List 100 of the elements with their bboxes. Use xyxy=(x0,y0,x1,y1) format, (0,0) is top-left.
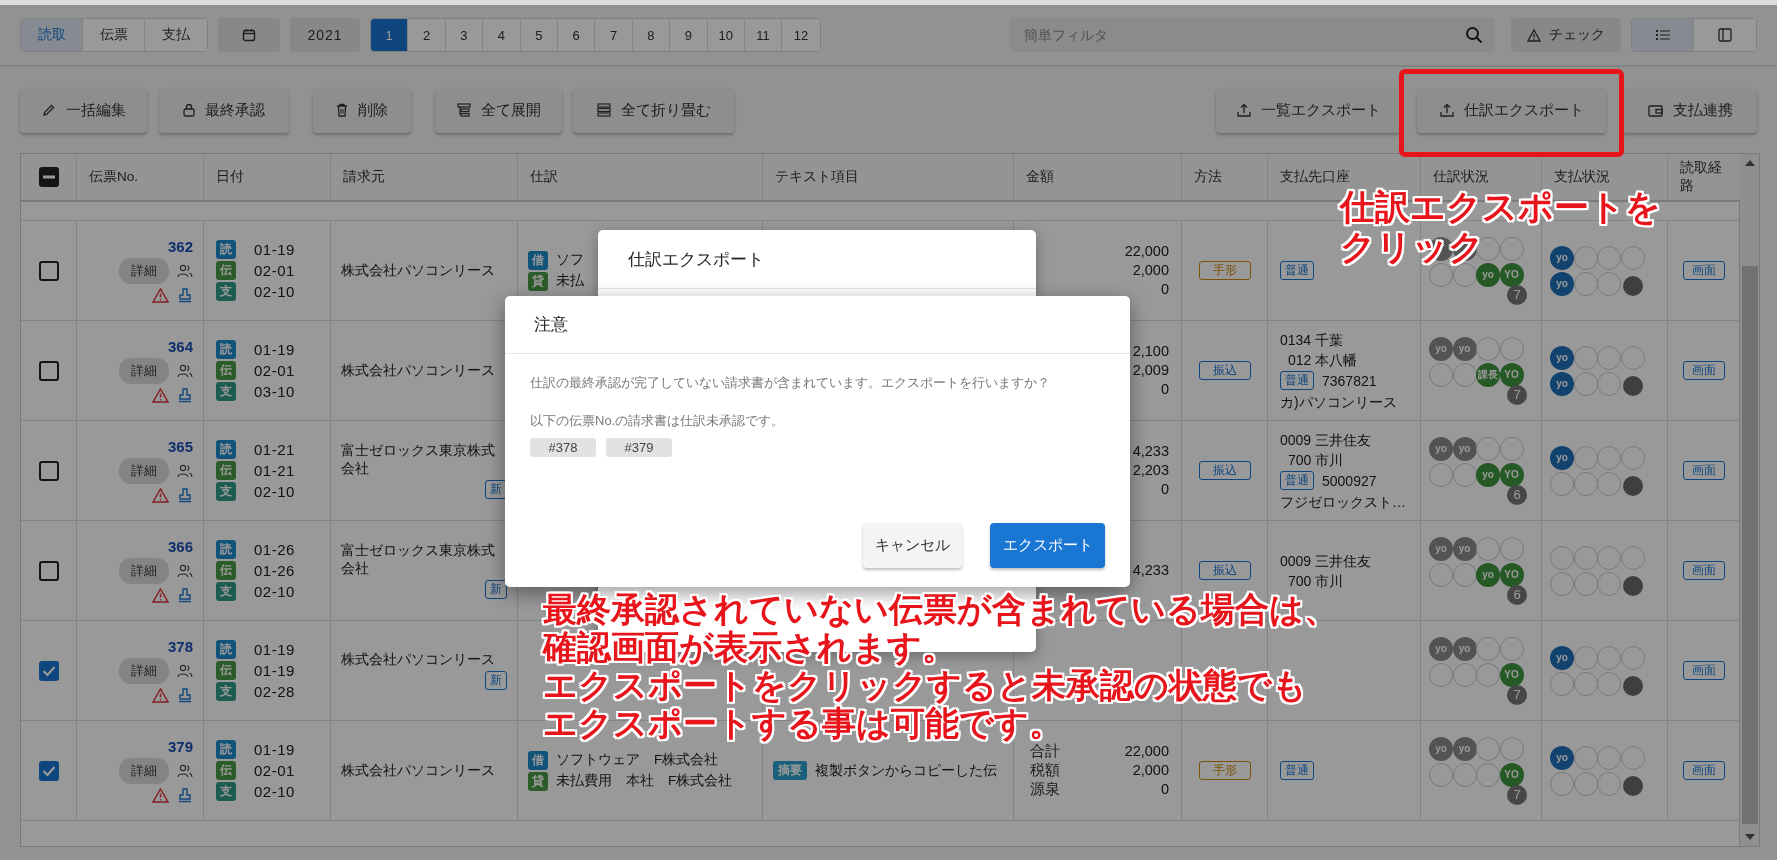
checkmark-icon xyxy=(41,764,56,777)
vendor-name: 富士ゼロックス東京株式会社 xyxy=(341,442,496,478)
cancel-button[interactable]: キャンセル xyxy=(863,523,962,568)
people-icon[interactable] xyxy=(177,664,193,678)
scroll-down-icon[interactable] xyxy=(1744,834,1755,840)
approval-circle: yo xyxy=(1452,336,1477,361)
detail-button[interactable]: 詳細 xyxy=(119,558,169,584)
scrollbar-thumb[interactable] xyxy=(1741,266,1758,824)
detail-button[interactable]: 詳細 xyxy=(119,458,169,484)
view-tab[interactable]: 読取 xyxy=(21,19,83,51)
stamp-icon[interactable] xyxy=(177,787,193,803)
detail-button[interactable]: 詳細 xyxy=(119,258,169,284)
action-button[interactable]: 支払連携 xyxy=(1623,87,1757,133)
stamp-icon[interactable] xyxy=(177,387,193,403)
approval-circle: yo xyxy=(1429,636,1453,661)
voucher-number-link[interactable]: 366 xyxy=(167,538,193,555)
people-icon[interactable] xyxy=(177,364,193,378)
column-header: 伝票No. xyxy=(89,168,138,186)
column-header: 仕訳 xyxy=(530,168,558,186)
approval-circle: yo xyxy=(1550,245,1574,270)
amount-label: 税額 xyxy=(1030,761,1060,780)
read-route-tag: 画面 xyxy=(1683,261,1725,280)
voucher-number-link[interactable]: 365 xyxy=(167,438,193,455)
account-type-tag: 普通 xyxy=(1280,761,1314,780)
voucher-number-link[interactable]: 362 xyxy=(167,238,193,255)
year-button[interactable]: 2021 xyxy=(290,18,360,52)
column-header: 請求元 xyxy=(343,168,385,186)
stamp-icon[interactable] xyxy=(177,587,193,603)
bank-branch-text: 700 市川 xyxy=(1287,450,1345,470)
action-button[interactable]: 削除 xyxy=(313,87,411,133)
read-route-tag: 画面 xyxy=(1683,461,1725,480)
vendor-name: 株式会社パソコンリース xyxy=(341,651,496,669)
action-button[interactable]: 仕訳エクスポート xyxy=(1417,87,1606,133)
approval-circle: yo xyxy=(1452,736,1477,761)
warning-icon xyxy=(152,287,169,303)
list-view-toggle[interactable] xyxy=(1632,19,1694,51)
people-icon[interactable] xyxy=(177,764,193,778)
date-type-tag: 支 xyxy=(216,782,236,801)
amount-value: 0 xyxy=(1160,480,1169,499)
people-icon[interactable] xyxy=(177,464,193,478)
row-checkbox[interactable] xyxy=(38,660,59,681)
voucher-number-link[interactable]: 378 xyxy=(167,638,193,655)
people-icon[interactable] xyxy=(177,564,193,578)
voucher-number-link[interactable]: 364 xyxy=(167,338,193,355)
date-text: 02-10 xyxy=(254,283,295,300)
export-button[interactable]: エクスポート xyxy=(990,523,1105,568)
account-holder: カ)パソコンリース xyxy=(1280,392,1398,412)
stamp-icon[interactable] xyxy=(177,687,193,703)
amount-label: 源泉 xyxy=(1030,780,1060,799)
row-checkbox[interactable] xyxy=(38,260,59,281)
action-button[interactable]: 一覧エクスポート xyxy=(1216,87,1401,133)
checkmark-icon xyxy=(41,664,56,677)
column-header: テキスト項目 xyxy=(775,168,859,186)
date-type-tag: 伝 xyxy=(216,461,236,480)
people-icon[interactable] xyxy=(177,264,193,278)
row-checkbox[interactable] xyxy=(38,760,59,781)
action-button[interactable]: 最終承認 xyxy=(159,87,289,133)
count-badge: 7 xyxy=(1507,284,1527,305)
approval-circle: YO xyxy=(1499,762,1524,787)
bank-branch-text: 012 本八幡 xyxy=(1287,350,1359,370)
date-text: 01-19 xyxy=(254,641,295,658)
row-checkbox[interactable] xyxy=(38,360,59,381)
sidebar-icon xyxy=(1718,28,1732,42)
detail-button[interactable]: 詳細 xyxy=(119,358,169,384)
row-checkbox[interactable] xyxy=(38,460,59,481)
approval-circle: yo xyxy=(1476,562,1500,587)
account-number: 7367821 xyxy=(1322,371,1377,391)
upload-icon xyxy=(1236,103,1251,117)
column-header: 仕訳状況 xyxy=(1433,168,1489,186)
collapse-rows-icon xyxy=(596,103,611,117)
date-type-tag: 読 xyxy=(216,440,236,459)
check-button[interactable]: チェック xyxy=(1511,18,1621,52)
annotation-text: エクスポートをクリックすると未承認の状態でも xyxy=(543,666,1307,704)
warning-icon xyxy=(152,687,169,703)
payment-method-tag: 手形 xyxy=(1198,261,1251,280)
date-text: 02-28 xyxy=(254,683,295,700)
calendar-button[interactable] xyxy=(218,18,280,52)
action-button[interactable]: 全て折り畳む xyxy=(573,87,734,133)
date-text: 03-10 xyxy=(254,383,295,400)
approval-circle: yo xyxy=(1550,371,1574,396)
detail-button[interactable]: 詳細 xyxy=(119,758,169,784)
action-button[interactable]: 全て展開 xyxy=(435,87,562,133)
action-button[interactable]: 一括編集 xyxy=(20,87,147,133)
date-text: 02-01 xyxy=(254,262,295,279)
scrollbar[interactable] xyxy=(1740,153,1760,847)
scroll-up-icon[interactable] xyxy=(1744,160,1755,166)
stamp-icon[interactable] xyxy=(177,287,193,303)
lock-icon xyxy=(183,103,195,117)
date-type-tag: 支 xyxy=(216,482,236,501)
voucher-number-link[interactable]: 379 xyxy=(167,738,193,755)
amount-value: 2,000 xyxy=(1132,761,1169,780)
select-all-checkbox[interactable] xyxy=(38,167,59,187)
payment-method-tag: 手形 xyxy=(1198,761,1251,780)
detail-button[interactable]: 詳細 xyxy=(119,658,169,684)
date-type-tag: 読 xyxy=(216,640,236,659)
annotation-text: 仕訳エクスポートを xyxy=(1340,187,1661,227)
row-checkbox[interactable] xyxy=(38,560,59,581)
stamp-icon[interactable] xyxy=(177,487,193,503)
month-tab[interactable]: 1 xyxy=(371,19,409,51)
dialog-title: 仕訳エクスポート xyxy=(628,248,764,271)
